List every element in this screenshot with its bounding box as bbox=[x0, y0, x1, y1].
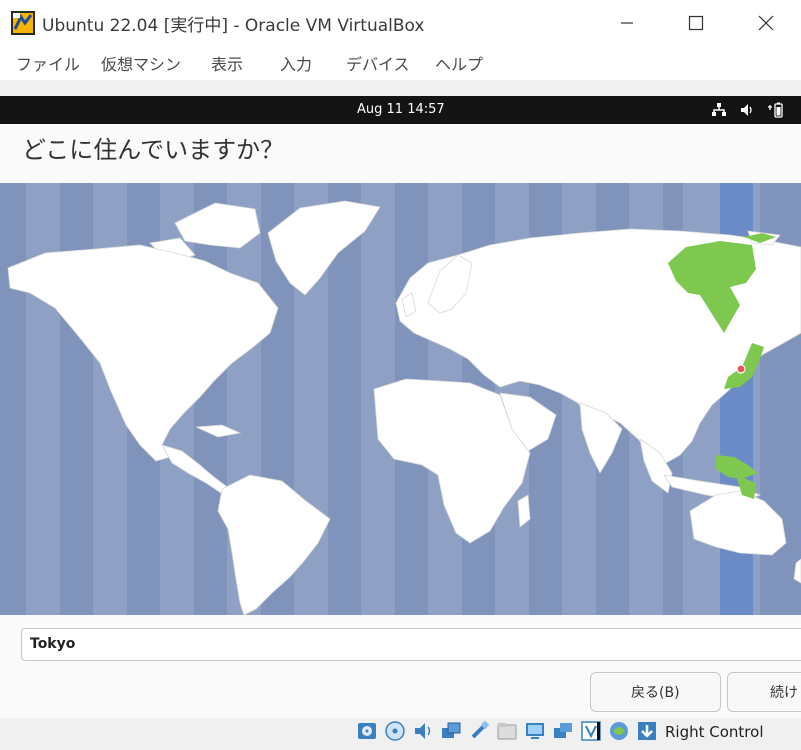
menu-help[interactable]: ヘルプ bbox=[435, 51, 483, 75]
minimize-icon bbox=[620, 21, 633, 24]
power-battery-icon[interactable] bbox=[766, 101, 784, 119]
timezone-input-value: Tokyo bbox=[30, 636, 76, 652]
menu-devices[interactable]: デバイス bbox=[346, 51, 410, 75]
guest-additions-icon[interactable] bbox=[608, 720, 630, 742]
minimize-button[interactable] bbox=[604, 0, 649, 45]
maximize-button[interactable] bbox=[673, 0, 718, 45]
optical-drive-icon[interactable] bbox=[384, 720, 406, 742]
continue-button[interactable]: 続け bbox=[727, 672, 801, 712]
maximize-icon bbox=[688, 15, 703, 30]
usb-icon[interactable] bbox=[468, 720, 490, 742]
close-button[interactable] bbox=[743, 0, 788, 45]
menu-input[interactable]: 入力 bbox=[280, 51, 312, 75]
virtualbox-app-icon bbox=[11, 11, 35, 35]
menu-bar: ファイル 仮想マシン 表示 入力 デバイス ヘルプ bbox=[0, 45, 801, 80]
shared-folders-icon[interactable] bbox=[496, 720, 518, 742]
timezone-map[interactable] bbox=[0, 183, 801, 615]
continue-button-label: 続け bbox=[770, 685, 798, 701]
back-button[interactable]: 戻る(B) bbox=[590, 672, 721, 712]
display-icon[interactable] bbox=[524, 720, 546, 742]
mouse-integration-icon[interactable] bbox=[636, 720, 658, 742]
timezone-input[interactable] bbox=[21, 628, 801, 661]
guest-margin bbox=[0, 80, 801, 96]
virtualization-icon[interactable] bbox=[580, 720, 602, 742]
close-icon bbox=[758, 15, 773, 30]
panel-clock[interactable]: Aug 11 14:57 bbox=[357, 102, 445, 117]
network-adapter-icon[interactable] bbox=[440, 720, 462, 742]
menu-file[interactable]: ファイル bbox=[16, 51, 80, 75]
menu-view[interactable]: 表示 bbox=[211, 51, 243, 75]
volume-icon[interactable] bbox=[739, 102, 755, 118]
network-icon[interactable] bbox=[711, 102, 727, 118]
back-button-label: 戻る(B) bbox=[631, 685, 680, 701]
location-marker bbox=[736, 364, 746, 374]
audio-icon[interactable] bbox=[412, 720, 434, 742]
menu-machine[interactable]: 仮想マシン bbox=[101, 51, 181, 75]
video-capture-icon[interactable] bbox=[552, 720, 574, 742]
page-title: どこに住んでいますか？ bbox=[22, 136, 285, 164]
hard-disk-icon[interactable] bbox=[356, 720, 378, 742]
window-title: Ubuntu 22.04 [実行中] - Oracle VM VirtualBo… bbox=[42, 16, 425, 36]
host-key-label: Right Control bbox=[665, 723, 764, 741]
